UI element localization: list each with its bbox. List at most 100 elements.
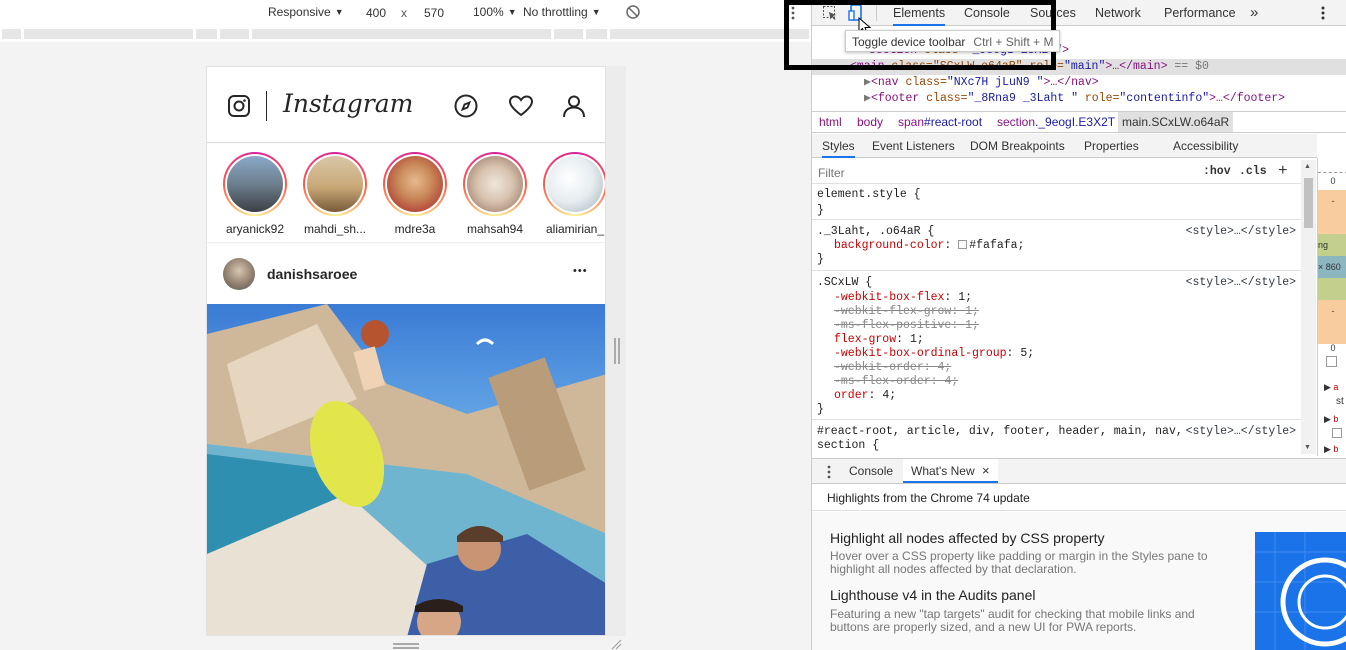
post-author-avatar[interactable] bbox=[223, 258, 255, 290]
more-tabs-chevron-icon[interactable]: » bbox=[1250, 0, 1258, 26]
more-options-icon[interactable]: ••• bbox=[573, 265, 588, 277]
tab-properties[interactable]: Properties bbox=[1084, 134, 1139, 158]
css-declaration[interactable]: flex-grow: 1; bbox=[834, 333, 924, 347]
story-item[interactable]: mdre3a bbox=[375, 152, 455, 236]
dom-node-nav[interactable]: ▶<nav class="NXc7H jLuN9 ">…</nav> bbox=[864, 75, 1099, 91]
css-declaration[interactable]: -webkit-box-flex: 1; bbox=[834, 291, 972, 305]
rule-source-link[interactable]: <style>…</style> bbox=[1186, 425, 1296, 439]
css-declaration[interactable]: order: 4; bbox=[834, 389, 896, 403]
breadcrumb-body[interactable]: body bbox=[853, 112, 887, 132]
rule-source-link[interactable]: <style>…</style> bbox=[1186, 276, 1296, 290]
tab-dom-breakpoints[interactable]: DOM Breakpoints bbox=[970, 134, 1065, 158]
compass-explore-icon[interactable] bbox=[454, 94, 478, 121]
post-photo[interactable] bbox=[207, 304, 605, 635]
breadcrumb-span[interactable]: span#react-root bbox=[894, 112, 986, 132]
scrollbar-thumb[interactable] bbox=[1304, 178, 1313, 228]
viewport-resize-handle-bottom[interactable] bbox=[393, 643, 419, 649]
styles-filter-input[interactable] bbox=[818, 164, 1198, 181]
drawer-tab-whats-new[interactable]: What's New × bbox=[903, 459, 998, 483]
customize-menu-icon[interactable] bbox=[1320, 5, 1326, 24]
viewport-height-input[interactable] bbox=[412, 3, 456, 22]
style-rule-scxlw[interactable]: .SCxLW { <style>…</style> -webkit-box-fl… bbox=[812, 272, 1302, 420]
class-toggle[interactable]: .cls bbox=[1239, 165, 1267, 178]
camera-icon[interactable] bbox=[227, 94, 251, 121]
checkbox[interactable] bbox=[1326, 356, 1337, 367]
tab-sources[interactable]: Sources bbox=[1030, 0, 1076, 26]
css-declaration[interactable]: background-color: #fafafa; bbox=[834, 239, 1024, 253]
profile-user-icon[interactable] bbox=[562, 94, 586, 121]
rule-selector: #react-root, article, div, footer, heade… bbox=[817, 425, 1183, 438]
heart-activity-icon[interactable] bbox=[508, 94, 534, 121]
rule-close: } bbox=[817, 403, 824, 416]
box-model-diagram: 0 - ng × 860 - 0 ▶ a st ▶ b ▶ b bbox=[1317, 158, 1346, 456]
close-icon[interactable]: × bbox=[982, 463, 990, 478]
border-value[interactable]: - bbox=[1318, 190, 1346, 212]
throttling-select[interactable]: No throttling ▼ bbox=[523, 5, 601, 19]
breadcrumb-section[interactable]: section._9eogI.E3X2T bbox=[993, 112, 1119, 132]
whats-new-item-title[interactable]: Highlight all nodes affected by CSS prop… bbox=[830, 530, 1104, 546]
tooltip-label: Toggle device toolbar bbox=[852, 35, 966, 49]
hover-state-toggle[interactable]: :hov bbox=[1203, 165, 1231, 178]
instagram-logo[interactable]: Instagram bbox=[283, 89, 413, 118]
css-declaration-overridden[interactable]: -ms-flex-positive: 1; bbox=[834, 319, 979, 333]
tab-styles[interactable]: Styles bbox=[822, 134, 855, 158]
checkbox[interactable] bbox=[1332, 428, 1342, 438]
add-style-rule-icon[interactable]: + bbox=[1278, 162, 1288, 180]
tab-network[interactable]: Network bbox=[1095, 0, 1141, 26]
breadcrumb-html[interactable]: html bbox=[815, 112, 846, 132]
story-avatar bbox=[307, 156, 363, 212]
breadcrumb-main[interactable]: main.SCxLW.o64aR bbox=[1118, 112, 1234, 132]
whats-new-item-title[interactable]: Lighthouse v4 in the Audits panel bbox=[830, 587, 1036, 603]
style-rule-element[interactable]: element.style { } bbox=[812, 184, 1302, 220]
scroll-up-icon[interactable]: ▲ bbox=[1304, 163, 1311, 170]
rule-selector: section { bbox=[817, 439, 880, 452]
margin-bottom-value[interactable]: 0 bbox=[1318, 344, 1346, 353]
dimension-separator: x bbox=[401, 6, 407, 20]
dom-node-main-selected[interactable]: <main class="SCxLW o64aR" role="main">…<… bbox=[812, 59, 1346, 75]
tab-console[interactable]: Console bbox=[964, 0, 1010, 26]
device-mode-label: Responsive bbox=[268, 5, 331, 19]
styles-scrollbar[interactable]: ▲ ▼ bbox=[1301, 160, 1316, 454]
margin-value[interactable]: 0 bbox=[1318, 172, 1346, 188]
post-author-username[interactable]: danishsaroee bbox=[267, 266, 357, 282]
story-item[interactable]: aliamirian_ bbox=[535, 152, 605, 236]
tab-event-listeners[interactable]: Event Listeners bbox=[872, 134, 955, 158]
viewport-resize-handle-right[interactable] bbox=[614, 338, 620, 364]
scroll-down-icon[interactable]: ▼ bbox=[1304, 444, 1311, 451]
viewport-width-input[interactable] bbox=[354, 3, 398, 22]
zoom-select[interactable]: 100% ▼ bbox=[473, 5, 517, 19]
whats-new-item-desc: Featuring a new "tap targets" audit for … bbox=[830, 607, 1195, 634]
device-viewport-area: Responsive ▼ x 100% ▼ No throttling ▼ bbox=[0, 0, 811, 650]
tab-accessibility[interactable]: Accessibility bbox=[1173, 134, 1238, 158]
tab-elements[interactable]: Elements bbox=[893, 0, 946, 26]
story-item[interactable]: mahsah94 bbox=[455, 152, 535, 236]
content-size[interactable]: × 860 bbox=[1318, 256, 1346, 278]
inspect-element-icon[interactable] bbox=[822, 5, 838, 24]
padding-value[interactable]: - bbox=[1318, 300, 1346, 322]
screen: Responsive ▼ x 100% ▼ No throttling ▼ bbox=[0, 0, 1346, 650]
rule-close: } bbox=[817, 204, 824, 217]
style-rule-3laht[interactable]: ._3Laht, .o64aR { <style>…</style> backg… bbox=[812, 221, 1302, 271]
story-item[interactable]: aryanick92 bbox=[215, 152, 295, 236]
color-swatch[interactable] bbox=[958, 240, 968, 249]
drag-vertical-dots-icon[interactable] bbox=[790, 5, 796, 24]
resize-corner-icon[interactable] bbox=[610, 638, 622, 650]
css-declaration-overridden[interactable]: -webkit-order: 4; bbox=[834, 361, 951, 375]
drawer-menu-dots-icon[interactable] bbox=[826, 464, 832, 483]
device-mode-select[interactable]: Responsive ▼ bbox=[268, 5, 344, 19]
tab-performance[interactable]: Performance bbox=[1164, 0, 1236, 26]
drawer-tab-console[interactable]: Console bbox=[849, 459, 893, 483]
css-declaration[interactable]: -webkit-box-ordinal-group: 5; bbox=[834, 347, 1034, 361]
dom-node-footer[interactable]: ▶<footer class="_8Rna9 _3Laht " role="co… bbox=[864, 91, 1285, 107]
css-declaration-overridden[interactable]: -ms-flex-order: 4; bbox=[834, 375, 958, 389]
media-query-ruler[interactable] bbox=[0, 26, 811, 42]
story-item[interactable]: mahdi_sh... bbox=[295, 152, 375, 236]
css-declaration-overridden[interactable]: -webkit-flex-grow: 1; bbox=[834, 305, 979, 319]
elements-sidebar-tabs: Styles Event Listeners DOM Breakpoints P… bbox=[812, 134, 1317, 158]
tabbar-divider bbox=[876, 5, 877, 21]
rule-source-link[interactable]: <style>…</style> bbox=[1186, 225, 1296, 239]
style-rule-react-root[interactable]: #react-root, article, div, footer, heade… bbox=[812, 421, 1302, 456]
rotate-icon[interactable] bbox=[625, 4, 641, 20]
rule-selector: .SCxLW { bbox=[817, 276, 873, 289]
whats-new-thumbnail[interactable] bbox=[1255, 532, 1346, 650]
